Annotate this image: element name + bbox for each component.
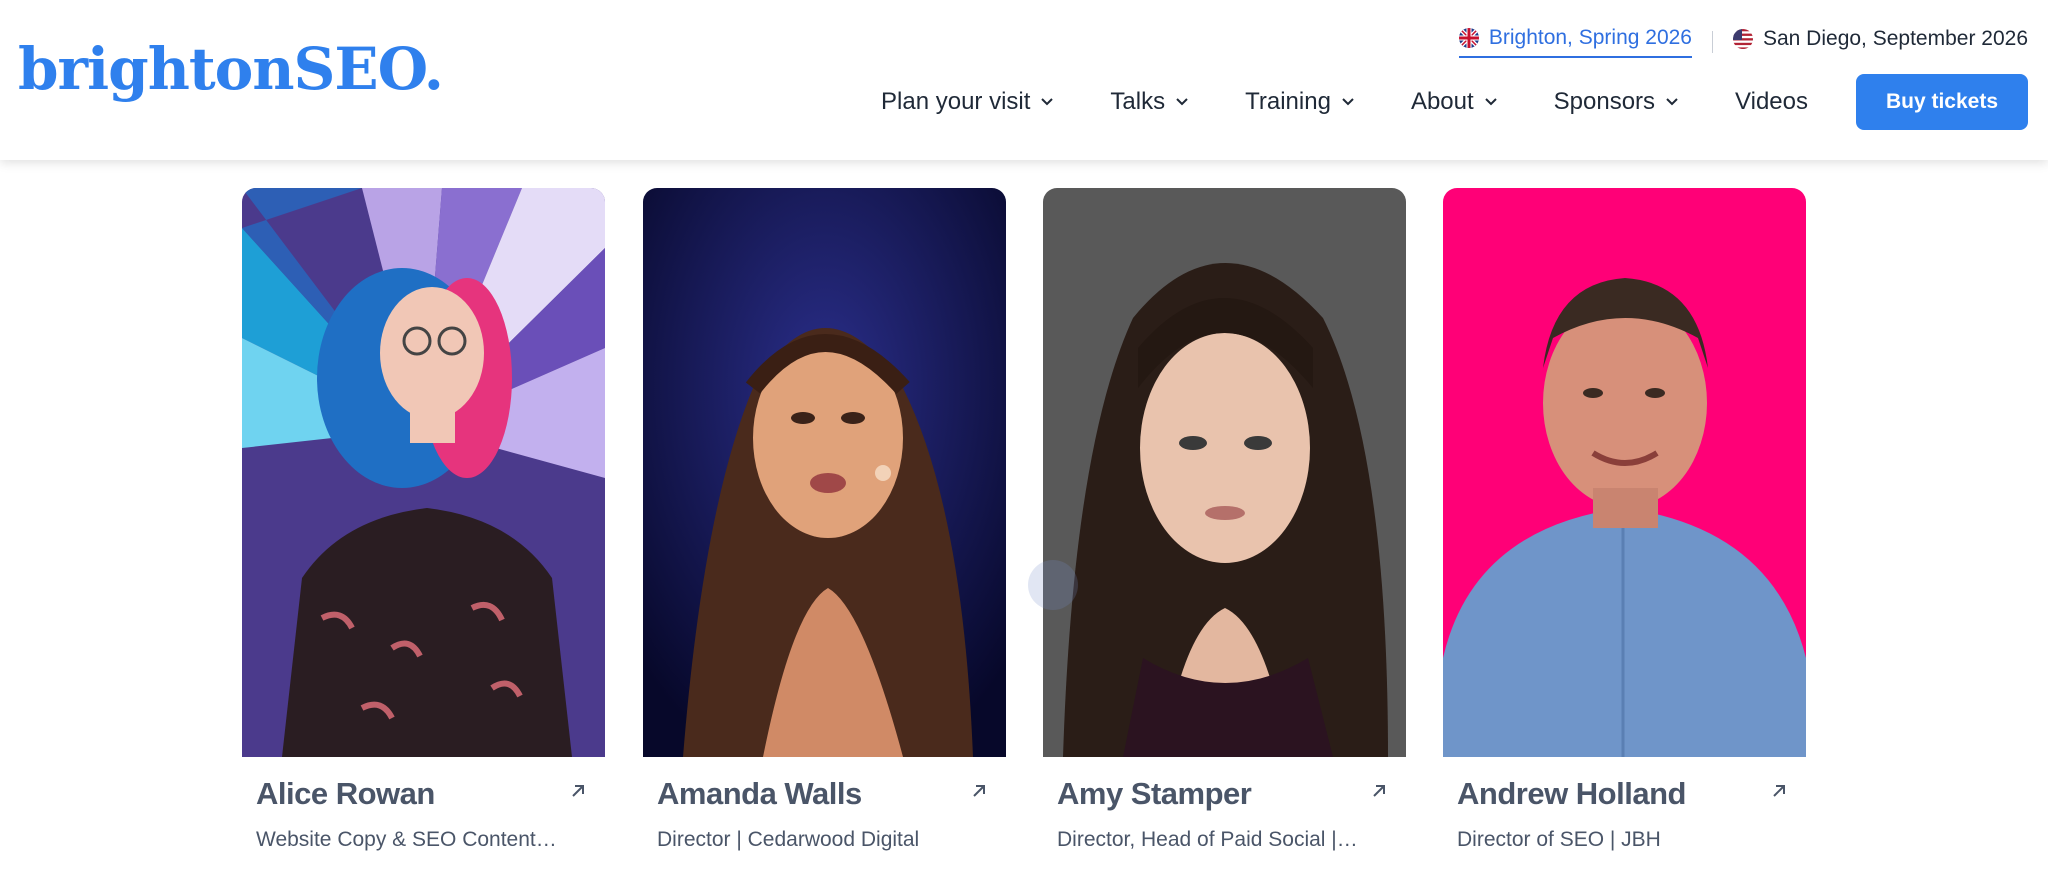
nav-sponsors[interactable]: Sponsors: [1554, 88, 1679, 116]
us-flag-icon: [1732, 29, 1753, 49]
chevron-down-icon: [1176, 98, 1188, 106]
arrow-up-right-icon[interactable]: [569, 782, 587, 800]
chevron-down-icon: [1666, 98, 1678, 106]
uk-flag-icon: [1458, 28, 1479, 48]
nav-talks[interactable]: Talks: [1110, 88, 1189, 116]
site-header: brightonSEO. Brighton, Spring 2026 San D…: [0, 0, 2048, 160]
nav-videos[interactable]: Videos: [1735, 88, 1808, 116]
speaker-name[interactable]: Alice Rowan: [256, 776, 435, 812]
speaker-photo[interactable]: [1443, 188, 1806, 757]
nav-label: About: [1410, 88, 1474, 115]
chevron-down-icon: [1041, 98, 1054, 106]
speaker-card[interactable]: Amanda Walls Director | Cedarwood Digita…: [643, 188, 1006, 851]
nav-label: Talks: [1110, 88, 1166, 115]
location-label: Brighton, Spring 2026: [1488, 26, 1692, 49]
speaker-photo[interactable]: [242, 188, 605, 757]
speaker-role: Director of SEO | JBH: [1457, 828, 1661, 851]
speaker-photo[interactable]: [1043, 188, 1406, 757]
location-label: San Diego, September 2026: [1762, 27, 2028, 50]
arrow-up-right-icon[interactable]: [1770, 782, 1788, 800]
speaker-photo[interactable]: [643, 188, 1006, 757]
speaker-card[interactable]: Alice Rowan Website Copy & SEO Content…: [242, 188, 605, 851]
speaker-card[interactable]: Andrew Holland Director of SEO | JBH: [1443, 188, 1806, 851]
brand-logo[interactable]: brightonSEO.: [18, 40, 444, 98]
main-nav: Plan your visit Talks Training About Spo…: [881, 74, 2028, 130]
location-san-diego[interactable]: San Diego, September 2026: [1732, 27, 2028, 57]
nav-label: Training: [1245, 88, 1331, 115]
speaker-name[interactable]: Andrew Holland: [1457, 776, 1686, 812]
chevron-down-icon: [1342, 98, 1354, 106]
nav-plan-your-visit[interactable]: Plan your visit: [881, 88, 1054, 116]
speaker-role: Website Copy & SEO Content…: [256, 828, 557, 851]
nav-training[interactable]: Training: [1245, 88, 1355, 116]
nav-label: Videos: [1735, 88, 1808, 115]
arrow-up-right-icon[interactable]: [1370, 782, 1388, 800]
scroll-to-top-ghost-icon: [1028, 560, 1078, 610]
location-brighton[interactable]: Brighton, Spring 2026: [1458, 26, 1692, 58]
buy-tickets-button[interactable]: Buy tickets: [1856, 74, 2028, 130]
nav-label: Sponsors: [1553, 88, 1656, 115]
location-switcher: Brighton, Spring 2026 San Diego, Septemb…: [1458, 26, 2028, 58]
nav-about[interactable]: About: [1411, 88, 1498, 116]
chevron-down-icon: [1484, 98, 1497, 106]
speaker-role: Director | Cedarwood Digital: [657, 828, 920, 851]
speaker-card[interactable]: Amy Stamper Director, Head of Paid Socia…: [1043, 188, 1406, 851]
location-divider: [1711, 31, 1713, 53]
speaker-name[interactable]: Amanda Walls: [657, 776, 862, 812]
speaker-role: Director, Head of Paid Social |…: [1057, 828, 1358, 851]
speaker-name[interactable]: Amy Stamper: [1057, 776, 1252, 812]
nav-label: Plan your visit: [881, 88, 1031, 115]
arrow-up-right-icon[interactable]: [970, 782, 988, 800]
